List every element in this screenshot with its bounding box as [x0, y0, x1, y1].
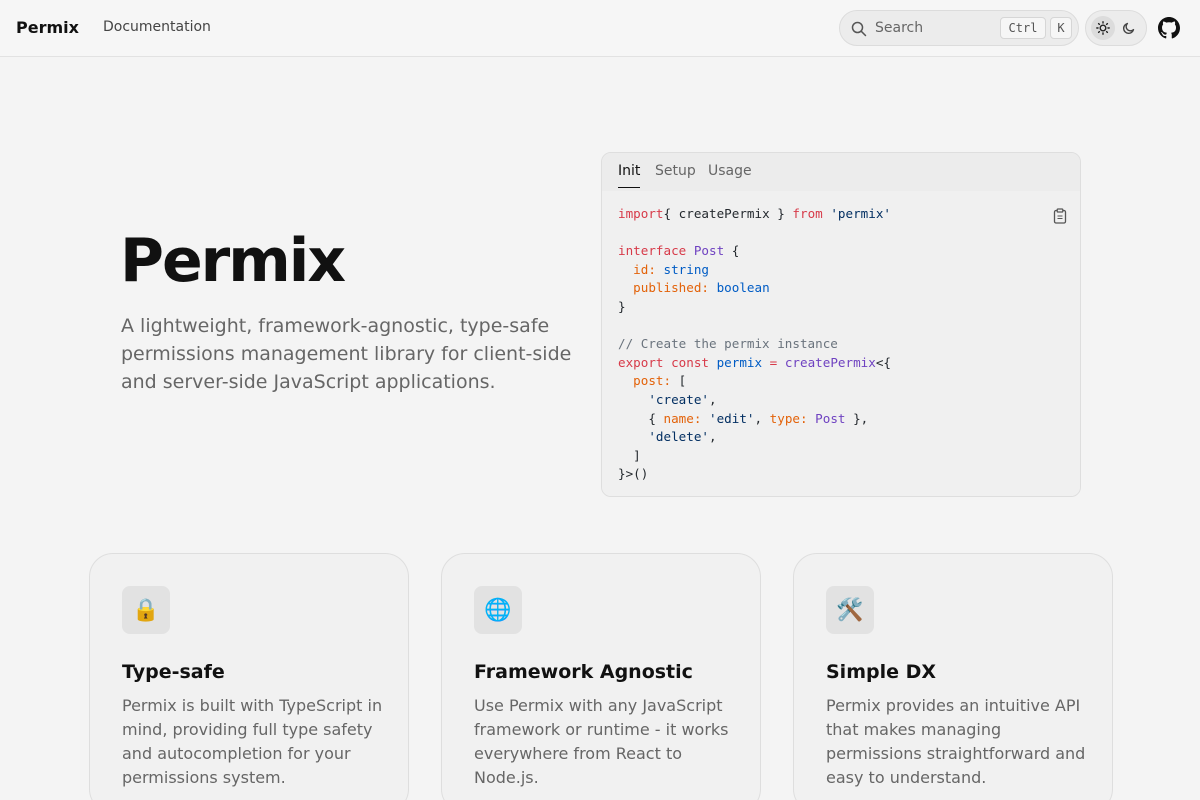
feature-title: Simple DX — [826, 661, 937, 683]
code-token: name: — [663, 410, 702, 426]
feature-card-type-safe: 🔒 Type-safe Permix is built with TypeScr… — [89, 553, 409, 800]
hero-description: A lightweight, framework-agnostic, type-… — [121, 315, 572, 393]
feature-description: Use Permix with any JavaScript framework… — [474, 696, 729, 787]
theme-toggle[interactable] — [1085, 10, 1147, 46]
code-token: createPermix — [777, 354, 876, 370]
code-token: <{ — [875, 354, 891, 370]
code-token: [ — [671, 373, 687, 389]
code-token: // Create the permix instance — [618, 336, 838, 352]
code-token: export — [618, 354, 664, 370]
clipboard-icon[interactable] — [1053, 208, 1067, 224]
tab-setup[interactable]: Setup — [655, 163, 696, 187]
code-token: import — [618, 206, 664, 221]
top-navbar: Permix Documentation Search Ctrl K — [0, 0, 1200, 57]
shortcut-key-ctrl: Ctrl — [1000, 17, 1046, 39]
code-token: } — [618, 298, 626, 314]
code-token: Post — [807, 410, 846, 426]
code-token: boolean — [709, 280, 770, 296]
tab-init[interactable]: Init — [618, 163, 641, 188]
code-token: , — [709, 391, 717, 407]
code-token: permix — [709, 354, 763, 370]
feature-card-simple-dx: 🛠️ Simple DX Permix provides an intuitiv… — [793, 553, 1113, 800]
code-token: , — [709, 429, 717, 445]
feature-description: Permix provides an intuitive API that ma… — [826, 696, 1086, 787]
feature-title: Framework Agnostic — [474, 661, 693, 683]
documentation-link[interactable]: Documentation — [103, 19, 211, 35]
code-tabs: Init Setup Usage — [602, 153, 1080, 191]
code-token: post: — [633, 373, 672, 389]
code-block: import{ createPermix } from 'permix' int… — [602, 191, 1080, 496]
code-token: type: — [769, 410, 808, 426]
code-token: 'edit' — [701, 410, 755, 426]
code-token: }, — [845, 410, 869, 426]
code-token: 'create' — [648, 391, 710, 407]
code-token: { — [724, 243, 740, 259]
search-box[interactable]: Search Ctrl K — [839, 10, 1079, 46]
code-token: interface — [618, 243, 687, 259]
code-token: string — [655, 261, 710, 277]
code-token: const — [663, 354, 709, 370]
moon-icon[interactable] — [1117, 16, 1141, 40]
feature-card-framework-agnostic: 🌐 Framework Agnostic Use Permix with any… — [441, 553, 761, 800]
globe-icon: 🌐 — [474, 586, 522, 634]
hero-title: Permix — [120, 226, 346, 296]
code-token: 'delete' — [648, 429, 710, 445]
sun-icon[interactable] — [1091, 16, 1115, 40]
code-token: { createPermix } — [663, 206, 793, 221]
code-token: ] — [618, 447, 641, 463]
code-token: from — [792, 206, 823, 221]
tools-icon: 🛠️ — [826, 586, 874, 634]
tab-usage[interactable]: Usage — [708, 163, 752, 187]
code-token: { — [618, 410, 664, 426]
brand-link[interactable]: Permix — [16, 18, 79, 37]
feature-description: Permix is built with TypeScript in mind,… — [122, 696, 383, 787]
search-placeholder: Search — [875, 20, 924, 36]
shortcut-key-k: K — [1050, 17, 1072, 39]
code-token: , — [754, 410, 770, 426]
code-token: 'permix' — [822, 206, 891, 221]
feature-title: Type-safe — [122, 661, 225, 683]
search-icon — [851, 21, 867, 37]
github-icon[interactable] — [1158, 17, 1180, 39]
code-example-card: Init Setup Usage import{ createPermix } … — [601, 152, 1081, 497]
code-text: import{ createPermix } from 'permix' int… — [618, 205, 891, 484]
code-token: id: — [633, 261, 656, 277]
code-token: }>() — [618, 466, 649, 482]
code-token: published: — [633, 280, 709, 296]
code-token: = — [762, 354, 778, 370]
code-token: Post — [686, 243, 725, 259]
lock-icon: 🔒 — [122, 586, 170, 634]
